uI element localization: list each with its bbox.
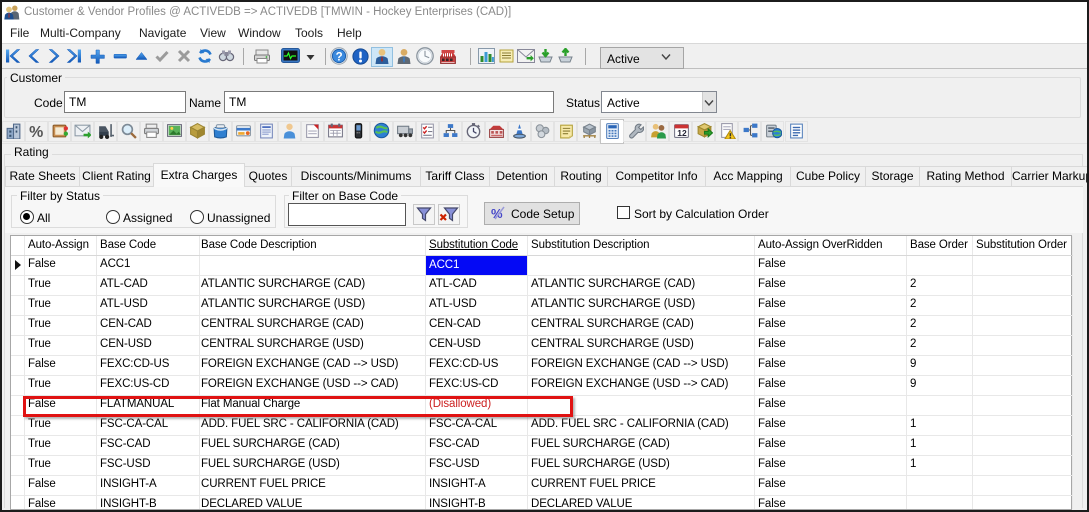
svg-text:12: 12 <box>677 128 687 138</box>
svg-text:%: % <box>29 124 43 139</box>
svg-text:%: % <box>491 206 503 221</box>
svg-text:?: ? <box>336 51 343 63</box>
